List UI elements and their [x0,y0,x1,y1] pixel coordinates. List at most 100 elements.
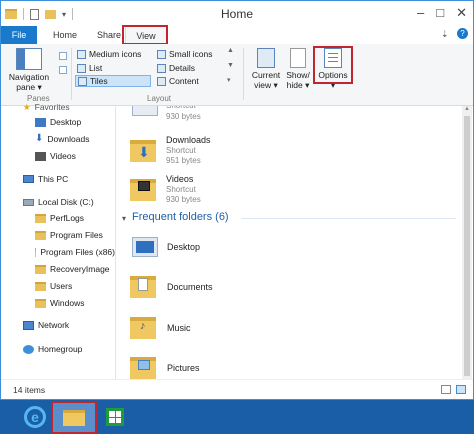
layout-details[interactable]: Details [157,62,195,74]
nav-program-files[interactable]: Program Files [35,228,103,242]
layout-scroll-up-icon[interactable]: ▲ [227,47,234,54]
tile-frequent-desktop[interactable]: Desktop [116,233,316,263]
layout-small-icons[interactable]: Small icons [157,48,212,60]
tile-frequent-documents[interactable]: Documents [116,272,316,302]
desktop-shortcut-icon [132,106,158,116]
tab-home[interactable]: Home [45,26,85,44]
window-controls: – □ ✕ [417,5,467,21]
status-bar: 14 items [1,379,473,399]
ribbon-expand-icon[interactable]: ⇣ [441,29,449,40]
nav-network[interactable]: Network [23,318,69,332]
nav-favorites[interactable]: ★ Favorites [23,100,70,114]
document-page-icon [138,278,148,291]
ribbon-view: Navigation pane ▾ Panes Medium icons Lis… [1,44,473,106]
minimize-icon[interactable]: – [417,5,424,21]
close-icon[interactable]: ✕ [456,5,467,21]
collapse-chevron-icon[interactable]: ▾ [122,214,126,223]
tile-frequent-music[interactable]: ♪ Music [116,313,316,343]
nav-homegroup[interactable]: Homegroup [23,342,82,356]
tab-file[interactable]: File [1,26,37,44]
nav-perflogs[interactable]: PerfLogs [35,211,84,225]
content-icon [157,76,166,86]
tiles-view-icon[interactable] [456,385,466,394]
layout-group-label: Layout [147,94,172,103]
layout-tiles-label: Tiles [90,76,108,86]
content-pane: Shortcut 930 bytes ⬇ Downloads Shortcut … [116,106,461,379]
desktop-icon [35,117,46,127]
star-icon: ★ [23,102,31,112]
layout-list-label: List [89,63,103,73]
maximize-icon[interactable]: □ [436,5,444,21]
music-note-icon: ♪ [140,320,146,332]
nav-users[interactable]: Users [35,279,72,293]
layout-content-label: Content [169,76,199,86]
ribbon-tabs: File Home Share View ⇣ ? [1,25,473,45]
current-view-label-1: Current [251,70,281,80]
list-icon [77,63,86,73]
frequent-folders-header[interactable]: Frequent folders (6) [132,211,229,223]
explorer-window: ▾ Home – □ ✕ File Home Share View ⇣ ? Na… [0,0,474,400]
panes-preview-icon[interactable] [59,52,67,60]
nav-local-disk-label: Local Disk (C:) [38,197,94,207]
tile-frequent-pictures[interactable]: Pictures [116,353,316,379]
medium-icons-icon [77,49,86,59]
divider [243,48,244,100]
navigation-pane-button[interactable]: Navigation pane ▾ [5,48,53,92]
videos-icon [35,151,46,161]
nav-windows[interactable]: Windows [35,296,84,310]
nav-this-pc[interactable]: This PC [23,172,68,186]
desktop-folder-icon [132,237,158,257]
layout-more-icon[interactable]: ▾ [227,76,231,84]
layout-details-label: Details [169,63,195,73]
layout-list[interactable]: List [77,62,102,74]
current-view-label-2: view ▾ [254,80,278,90]
nav-local-disk[interactable]: Local Disk (C:) [23,195,94,209]
tab-view-highlight [122,25,168,45]
nav-program-files-x86[interactable]: Program Files (x86) [35,245,115,259]
scrollbar-thumb[interactable] [464,116,470,376]
tile-name: Documents [167,282,213,292]
show-hide-button[interactable]: Show/ hide ▾ [285,48,311,90]
content-scrollbar[interactable]: ▲ [462,106,472,379]
nav-desktop[interactable]: Desktop [35,115,81,129]
computer-icon [23,175,34,183]
tile-downloads[interactable]: ⬇ Downloads Shortcut 951 bytes [116,134,276,168]
nav-downloads-label: Downloads [47,134,90,144]
layout-content[interactable]: Content [157,75,199,87]
layout-tiles[interactable]: Tiles [75,75,151,87]
store-icon[interactable] [106,408,124,426]
window-title: Home [220,7,253,21]
tile-type: Shortcut [166,106,196,110]
item-count: 14 items [13,385,46,395]
panes-details-icon[interactable] [59,66,67,74]
tile-name: Desktop [167,242,201,252]
nav-downloads[interactable]: ⬇ Downloads [35,132,89,146]
current-view-button[interactable]: Current view ▾ [249,48,283,90]
scroll-up-icon[interactable]: ▲ [464,106,470,112]
drive-icon [23,198,34,206]
show-hide-label-2: hide ▾ [286,80,310,90]
tile-size: 951 bytes [166,156,201,165]
tile-size: 930 bytes [166,112,201,121]
nav-videos[interactable]: Videos [35,149,76,163]
nav-desktop-label: Desktop [50,117,82,127]
folder-icon [35,213,46,223]
tile-videos[interactable]: Videos Shortcut 930 bytes [116,173,276,207]
current-view-icon [257,48,275,68]
nav-recovery-image[interactable]: RecoveryImage [35,262,110,276]
layout-medium-icons[interactable]: Medium icons [77,48,141,60]
folder-icon [35,281,46,291]
layout-medium-icons-label: Medium icons [89,49,142,59]
nav-program-files-x86-label: Program Files (x86) [40,247,115,257]
nav-users-label: Users [50,281,73,291]
tile-name: Music [167,323,191,333]
tile-desktop-shortcut[interactable]: Shortcut 930 bytes [116,106,276,124]
options-highlight [313,46,353,84]
nav-homegroup-label: Homegroup [38,344,83,354]
layout-scroll-down-icon[interactable]: ▼ [227,62,234,69]
homegroup-icon [23,344,34,354]
help-icon[interactable]: ? [457,28,468,39]
internet-explorer-icon[interactable]: e [24,406,46,428]
details-view-icon[interactable] [441,385,451,394]
film-icon [138,181,150,191]
